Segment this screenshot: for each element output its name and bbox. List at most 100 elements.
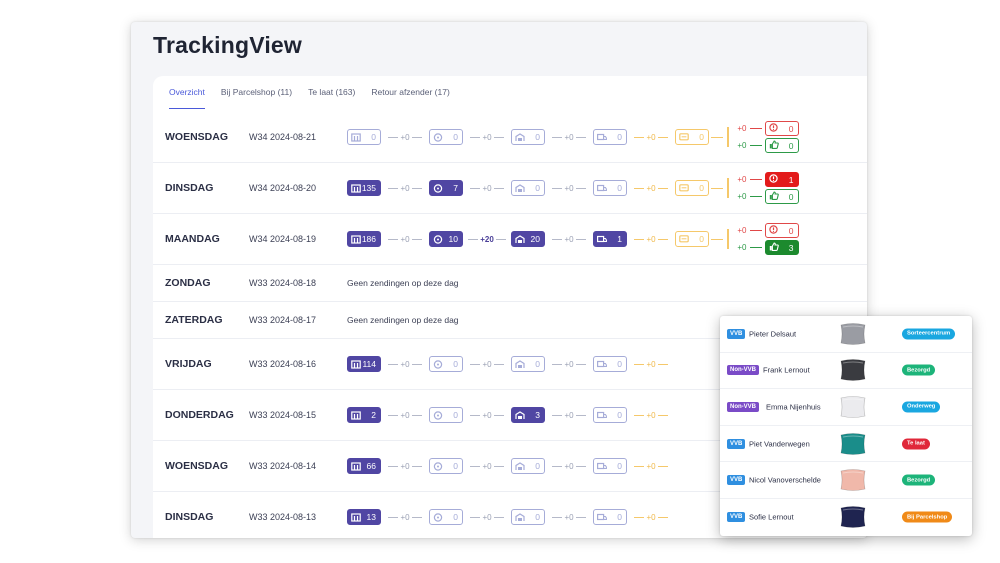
shipment-pipeline: 13 +0 0 +0 0 +0 0 +0	[347, 509, 675, 525]
warehouse-icon	[515, 132, 525, 142]
stage-count: 20	[530, 234, 540, 244]
stage-count: 10	[448, 234, 458, 244]
customer-row[interactable]: VVB Pieter Delsaut Sorteercentrum	[720, 316, 972, 353]
stage-connector: +0	[463, 513, 511, 522]
stage-connector: +0	[627, 184, 675, 193]
delta-label: +0	[400, 410, 410, 420]
stage-connector: +0	[545, 513, 593, 522]
clock-icon	[433, 234, 443, 244]
stage-chip[interactable]: 66	[347, 458, 381, 474]
delivered-chip[interactable]: 0	[764, 138, 799, 153]
customer-row[interactable]: Non-VVB Frank Lernout Bezorgd	[720, 353, 972, 390]
customer-row[interactable]: VVB Sofie Lernout Bij Parcelshop	[720, 499, 972, 536]
alert-icon	[768, 123, 778, 134]
delivered-chip[interactable]: 0	[764, 189, 799, 204]
stage-connector: +0	[627, 360, 675, 369]
stage-chip[interactable]: 0	[593, 129, 627, 145]
delta-label: +0	[646, 183, 656, 193]
stage-chip[interactable]: 10	[429, 231, 463, 247]
package-icon	[351, 410, 361, 420]
stage-chip[interactable]: 1	[593, 231, 627, 247]
customer-row[interactable]: VVB Piet Vanderwegen Te laat	[720, 426, 972, 463]
stage-chip[interactable]: 0	[593, 458, 627, 474]
stage-chip[interactable]: 135	[347, 180, 381, 196]
stage-chip[interactable]: 0	[511, 509, 545, 525]
delta-label: +0	[737, 141, 747, 150]
stage-count: 0	[699, 132, 704, 142]
stage-count: 0	[535, 183, 540, 193]
stage-chip[interactable]: 0	[593, 509, 627, 525]
tab-overzicht[interactable]: Overzicht	[169, 87, 205, 109]
stage-chip[interactable]: 0	[593, 180, 627, 196]
app-title: TrackingView	[153, 32, 302, 58]
delta-label: +0	[482, 512, 492, 522]
outcome-line: +0 3	[733, 240, 799, 255]
stage-chip[interactable]: 2	[347, 407, 381, 423]
delta-label: +0	[737, 175, 747, 184]
truck-icon	[597, 133, 607, 142]
stage-chip[interactable]: 0	[675, 129, 709, 145]
tab-te[interactable]: Te laat (163)	[308, 87, 355, 109]
stage-chip[interactable]: 0	[429, 509, 463, 525]
stage-chip[interactable]: 0	[347, 129, 381, 145]
message-icon	[679, 234, 689, 244]
stage-count: 13	[366, 512, 376, 522]
stage-connector: +0	[463, 411, 511, 420]
stage-count: 66	[366, 461, 376, 471]
day-label: ZONDAG	[165, 277, 211, 289]
late-chip[interactable]: 0	[764, 223, 799, 238]
message-icon	[679, 132, 689, 142]
shipment-pipeline: 114 +0 0 +0 0 +0 0 +0	[347, 356, 675, 372]
warehouse-icon	[515, 359, 525, 369]
day-label: ZATERDAG	[165, 314, 223, 326]
stage-chip[interactable]: 0	[675, 180, 709, 196]
clock-icon	[433, 512, 443, 522]
stage-chip[interactable]: 0	[429, 129, 463, 145]
alert-icon	[768, 174, 778, 185]
stage-chip[interactable]: 0	[429, 407, 463, 423]
delivered-chip[interactable]: 3	[764, 240, 799, 255]
day-label: MAANDAG	[165, 233, 220, 245]
warehouse-icon	[515, 410, 525, 420]
stage-count: 0	[453, 410, 458, 420]
stage-chip[interactable]: 13	[347, 509, 381, 525]
delta-label: +0	[564, 461, 574, 471]
pillowcase-thumbnail	[838, 322, 868, 346]
shipment-pipeline: 135 +0 7 +0 0 +0 0 +0 0 +0 1 +0 0	[347, 172, 799, 204]
stage-chip[interactable]: 0	[593, 407, 627, 423]
stage-chip[interactable]: 0	[511, 356, 545, 372]
stage-chip[interactable]: 3	[511, 407, 545, 423]
customer-row[interactable]: VVB Nicol Vanoverschelde Bezorgd	[720, 462, 972, 499]
stage-chip[interactable]: 0	[429, 356, 463, 372]
stage-chip[interactable]: 186	[347, 231, 381, 247]
stage-chip[interactable]: 0	[429, 458, 463, 474]
delta-label: +0	[564, 132, 574, 142]
late-chip[interactable]: 1	[764, 172, 799, 187]
outcome-count: 1	[788, 174, 794, 185]
stage-chip[interactable]: 7	[429, 180, 463, 196]
stage-chip[interactable]: 0	[511, 458, 545, 474]
warehouse-icon	[515, 461, 525, 471]
delta-label: +0	[646, 234, 656, 244]
customer-row[interactable]: Non-VVB Emma Nijenhuis Onderweg	[720, 389, 972, 426]
status-badge: Sorteercentrum	[902, 328, 956, 340]
stage-connector: +0	[627, 462, 675, 471]
outcome-count: 0	[788, 140, 794, 151]
truck-icon	[597, 184, 607, 193]
vvb-tag: VVB	[727, 328, 746, 339]
late-chip[interactable]: 0	[764, 121, 799, 136]
delta-label: +0	[737, 192, 747, 201]
vvb-tag: Non-VVB	[727, 401, 759, 412]
stage-chip[interactable]: 0	[511, 129, 545, 145]
stage-connector: +0	[627, 513, 675, 522]
stage-chip[interactable]: 0	[675, 231, 709, 247]
outcome-line: +0 0	[733, 223, 799, 238]
stage-connector: +0	[545, 360, 593, 369]
stage-chip[interactable]: 0	[593, 356, 627, 372]
stage-chip[interactable]: 114	[347, 356, 381, 372]
tab-bij[interactable]: Bij Parcelshop (11)	[221, 87, 292, 109]
stage-chip[interactable]: 20	[511, 231, 545, 247]
stage-chip[interactable]: 0	[511, 180, 545, 196]
tab-retour[interactable]: Retour afzender (17)	[371, 87, 449, 109]
customer-name: Nicol Vanoverschelde	[749, 475, 821, 485]
